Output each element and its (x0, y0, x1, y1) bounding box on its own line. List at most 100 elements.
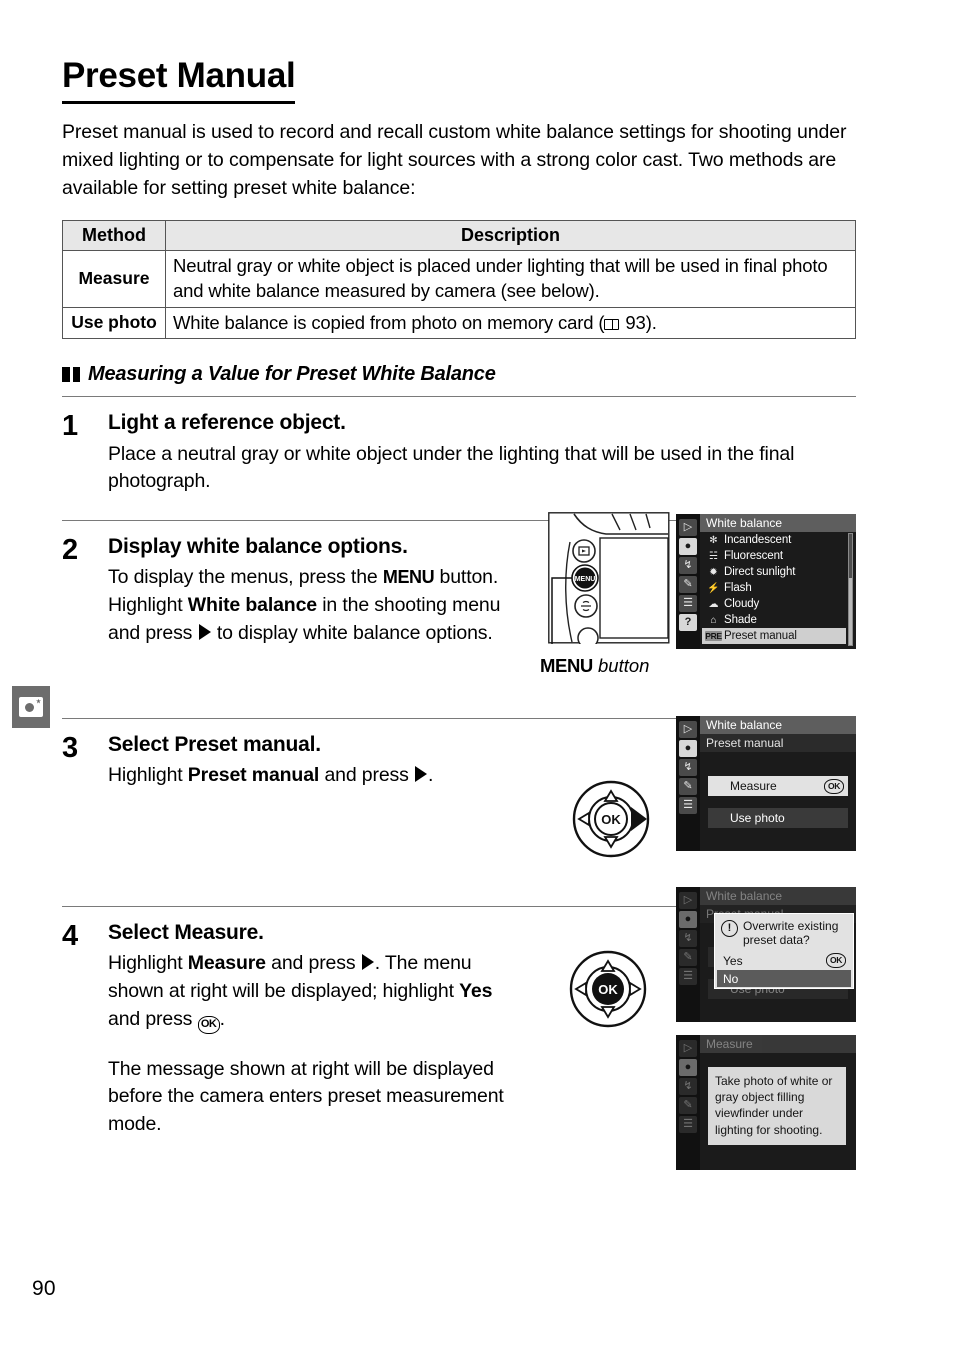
recent-settings-icon: ☰ (679, 968, 697, 985)
flash-icon: ⚡ (707, 582, 720, 594)
direct-sunlight-icon: ✹ (709, 566, 718, 578)
menu-button-caption-italic: button (592, 655, 650, 676)
overwrite-confirm-dialog: ! Overwrite existing preset data? Yes OK… (714, 913, 854, 990)
white-balance-list: ✻ Incandescent ☵ Fluorescent ✹ Direct sunli… (700, 532, 856, 644)
scrollbar-thumb[interactable] (849, 578, 852, 645)
recent-settings-icon: ☰ (679, 595, 697, 612)
shooting-menu-icon: ● (679, 1059, 697, 1076)
step-1-text: Place a neutral gray or white object und… (108, 442, 795, 493)
list-item-preset-manual[interactable]: PRE Preset manual (702, 628, 846, 644)
list-item[interactable]: ☵ Fluorescent (702, 548, 856, 564)
dialog-option-no[interactable]: No (717, 970, 851, 988)
recent-settings-icon: ☰ (679, 797, 697, 814)
lcd-white-balance-menu: ▷ ● ↯ ✎ ☰ ? White balance ✻ Incandescent … (676, 514, 856, 649)
ok-badge-icon: OK (826, 953, 846, 969)
shade-icon: ⌂ (710, 614, 717, 626)
step-4-second-paragraph: The message shown at right will be displ… (108, 1057, 504, 1135)
cloudy-icon: ☁ (708, 598, 719, 610)
list-item-label: Preset manual (724, 630, 797, 642)
step-4-title-lite: Select (108, 920, 175, 944)
lcd-overwrite-dialog: ▷ ● ↯ ✎ ☰ White balance Preset manual Me… (676, 887, 856, 1022)
step-4-bold-measure: Measure (187, 952, 266, 975)
step-3-text-part3: . (428, 764, 434, 787)
step-1-title: Light a reference object. (108, 411, 346, 435)
ok-button-icon: OK (197, 1015, 220, 1034)
list-item-label: Shade (724, 614, 757, 626)
double-square-bullet-icon (62, 367, 80, 383)
fluorescent-icon: ☵ (709, 550, 718, 562)
step-3-number: 3 (62, 731, 79, 764)
step-4-text-part2: and press (265, 952, 361, 975)
table-row: Use photo White balance is copied from p… (62, 306, 856, 340)
table-cell-method-measure: Measure (62, 249, 166, 308)
shooting-menu-icon: ● (679, 740, 697, 757)
table-cell-description-use-photo: White balance is copied from photo on me… (165, 306, 856, 340)
step-1: 1 Light a reference object. Place a neut… (62, 397, 856, 510)
step-4-text-part1: Highlight (108, 952, 188, 975)
lcd-sidebar: ▷ ● ↯ ✎ ☰ (676, 716, 700, 851)
step-2-bold-white-balance: White balance (187, 593, 317, 616)
page-number: 90 (32, 1277, 56, 1300)
setup-wrench-icon: ↯ (679, 759, 697, 776)
section-heading: Measuring a Value for Preset White Balan… (62, 363, 856, 386)
playback-icon: ▷ (679, 721, 697, 738)
step-4-number: 4 (62, 919, 79, 952)
dialog-option-yes[interactable]: Yes OK (717, 952, 851, 969)
method-table: Method Description Measure Neutral gray … (62, 219, 856, 340)
list-item-label: Incandescent (724, 534, 792, 546)
playback-icon: ▷ (679, 892, 697, 909)
list-item-label: Flash (724, 582, 752, 594)
lcd-screen: White balance Preset manual Measure OK U… (700, 716, 856, 851)
shooting-menu-icon: ● (679, 911, 697, 928)
section-heading-label: Measuring a Value for Preset White Balan… (88, 363, 496, 386)
step-3-title-bold: Preset manual. (174, 732, 321, 756)
option-measure[interactable]: Measure OK (708, 776, 848, 796)
lcd-preset-manual-menu: ▷ ● ↯ ✎ ☰ White balance Preset manual Me… (676, 716, 856, 851)
table-cell-description-measure: Neutral gray or white object is placed u… (165, 249, 856, 308)
table-row: Measure Neutral gray or white object is … (62, 249, 856, 308)
menu-button-caption: MENU button (540, 655, 649, 677)
lcd-measure-message: ▷ ● ↯ ✎ ☰ Measure Take photo of white or… (676, 1035, 856, 1170)
step-4-text-part4: and press (108, 1007, 198, 1030)
option-label: Measure (730, 779, 777, 793)
step-1-number: 1 (62, 410, 79, 443)
intro-paragraph: Preset manual is used to record and reca… (62, 120, 847, 199)
retouch-pencil-icon: ✎ (679, 1097, 697, 1114)
list-item[interactable]: ☁ Cloudy (702, 596, 856, 612)
use-photo-text-after: ). (645, 311, 657, 333)
right-arrow-icon (361, 954, 374, 971)
list-item-label: Direct sunlight (724, 566, 796, 578)
table-header-method: Method (62, 219, 166, 251)
retouch-pencil-icon: ✎ (679, 576, 697, 593)
right-arrow-icon (415, 766, 427, 783)
help-question-icon: ? (679, 614, 697, 631)
step-3-bold-preset-manual: Preset manual (187, 764, 320, 787)
alert-exclamation-icon: ! (721, 920, 738, 937)
step-2-menu-word: MENU (382, 567, 435, 588)
shooting-menu-icon: ● (679, 538, 697, 555)
option-use-photo[interactable]: Use photo (708, 808, 848, 828)
retouch-pencil-icon: ✎ (679, 949, 697, 966)
setup-wrench-icon: ↯ (679, 557, 697, 574)
side-tab-shooting-menu (12, 686, 50, 728)
svg-text:MENU: MENU (575, 576, 596, 583)
multi-selector-step3: OK (563, 779, 659, 864)
lcd-header: White balance (700, 514, 856, 532)
lcd-sidebar: ▷ ● ↯ ✎ ☰ (676, 1035, 700, 1170)
lcd-header: Measure (700, 1035, 856, 1053)
table-header-description: Description (165, 219, 856, 251)
setup-wrench-icon: ↯ (679, 930, 697, 947)
camera-body-illustration: MENU (548, 512, 670, 644)
dialog-option-label: No (723, 971, 739, 986)
list-item[interactable]: ✻ Incandescent (702, 532, 856, 548)
lcd-subheader: Preset manual (700, 734, 856, 752)
list-item[interactable]: ⚡ Flash (702, 580, 856, 596)
step-4-title-bold: Measure. (174, 920, 264, 944)
list-item[interactable]: ✹ Direct sunlight (702, 564, 856, 580)
lcd-screen: Measure Take photo of white or gray obje… (700, 1035, 856, 1170)
scrollbar[interactable] (848, 533, 853, 646)
list-item[interactable]: ⌂ Shade (702, 612, 856, 628)
preset-manual-pre-icon: PRE (705, 631, 722, 641)
incandescent-icon: ✻ (709, 534, 718, 546)
shooting-menu-camera-icon (19, 697, 43, 717)
